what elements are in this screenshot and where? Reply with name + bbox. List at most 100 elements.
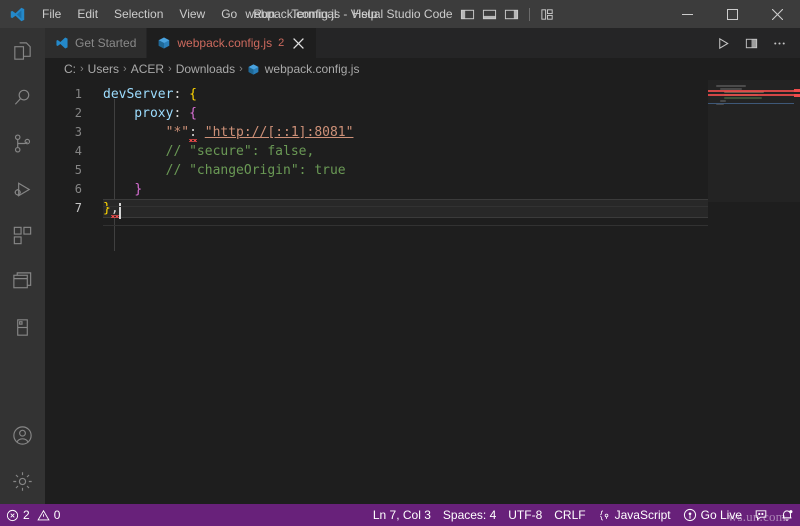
line-number: 3 — [45, 123, 103, 142]
sidebar-item-source-control[interactable] — [0, 120, 45, 166]
window-controls — [665, 0, 800, 28]
title-bar: File Edit Selection View Go Run Terminal… — [0, 0, 800, 28]
code-token: { — [189, 87, 197, 102]
code-token: // "changeOrigin": true — [103, 163, 346, 178]
code-token: devServer — [103, 87, 173, 102]
code-line-3: "*": "http://[::1]:8081" — [103, 123, 708, 142]
code-token — [103, 182, 134, 197]
menu-item-help[interactable]: Help — [345, 0, 386, 28]
code-line-2: proxy: { — [103, 104, 708, 123]
chevron-right-icon: › — [239, 63, 243, 75]
menu-item-terminal[interactable]: Terminal — [283, 0, 344, 28]
encoding-status[interactable]: UTF-8 — [502, 504, 548, 526]
menu-item-file[interactable]: File — [34, 0, 69, 28]
sidebar-item-extensions[interactable] — [0, 212, 45, 258]
minimap[interactable] — [708, 80, 800, 504]
menu-item-go[interactable]: Go — [213, 0, 245, 28]
breadcrumb: C: › Users › ACER › Downloads › — [45, 58, 800, 80]
indentation-status[interactable]: Spaces: 4 — [437, 504, 502, 526]
menu-item-edit[interactable]: Edit — [69, 0, 106, 28]
settings-button[interactable] — [0, 458, 45, 504]
sidebar-item-run-debug[interactable] — [0, 166, 45, 212]
line-number-active: 7 — [45, 199, 103, 218]
editor-tabs: Get Started webpack.config.js 2 — [45, 28, 800, 58]
layout-toggle-group — [460, 7, 555, 22]
minimize-button[interactable] — [665, 0, 710, 28]
status-bar-right: Ln 7, Col 3 Spaces: 4 UTF-8 CRLF JavaScr… — [367, 504, 800, 526]
toggle-panel-icon[interactable] — [482, 7, 497, 22]
code-line-6: } — [103, 180, 708, 199]
code-content[interactable]: devServer: { proxy: { "*": "http://[::1]… — [103, 80, 708, 504]
code-token — [197, 125, 205, 140]
go-live-status[interactable]: Go Live — [677, 504, 748, 526]
go-live-label: Go Live — [701, 508, 742, 522]
customize-layout-icon[interactable] — [540, 7, 555, 22]
warning-triangle-icon — [37, 509, 50, 522]
code-token: : — [189, 125, 197, 142]
code-line-4: // "secure": false, — [103, 142, 708, 161]
vscode-window: File Edit Selection View Go Run Terminal… — [0, 0, 800, 526]
minimap-selection-marker — [708, 103, 794, 104]
tab-label: webpack.config.js — [177, 36, 272, 50]
chevron-right-icon: › — [123, 63, 127, 75]
sidebar-item-testing[interactable] — [0, 304, 45, 350]
tab-problem-count: 2 — [278, 37, 284, 49]
breadcrumb-item-acer[interactable]: ACER — [131, 62, 164, 76]
code-line-5: // "changeOrigin": true — [103, 161, 708, 180]
maximize-button[interactable] — [710, 0, 755, 28]
js-config-icon — [157, 36, 171, 50]
status-bar-left: 2 0 — [0, 504, 66, 526]
minimap-line — [720, 100, 726, 102]
editor-position-status[interactable]: Ln 7, Col 3 — [367, 504, 437, 526]
menu-item-run[interactable]: Run — [245, 0, 283, 28]
toggle-primary-sidebar-icon[interactable] — [460, 7, 475, 22]
tab-get-started[interactable]: Get Started — [45, 28, 147, 58]
toggle-secondary-sidebar-icon[interactable] — [504, 7, 519, 22]
feedback-icon — [754, 508, 768, 522]
language-mode-status[interactable]: JavaScript — [592, 504, 677, 526]
notifications-status[interactable] — [774, 504, 800, 526]
feedback-status[interactable] — [748, 504, 774, 526]
accounts-button[interactable] — [0, 412, 45, 458]
js-config-icon — [247, 63, 260, 76]
warning-count: 0 — [54, 508, 61, 522]
sidebar-item-search[interactable] — [0, 74, 45, 120]
line-number: 2 — [45, 104, 103, 123]
minimap-error-marker — [708, 94, 794, 96]
sidebar-item-remote-explorer[interactable] — [0, 258, 45, 304]
more-actions-ellipsis-icon[interactable] — [766, 29, 792, 57]
split-editor-icon[interactable] — [738, 29, 764, 57]
chevron-right-icon: › — [80, 63, 84, 75]
active-line-bottom-border — [103, 225, 708, 226]
breadcrumb-file-label: webpack.config.js — [265, 62, 360, 76]
tab-webpack-config[interactable]: webpack.config.js 2 — [147, 28, 317, 58]
workbench-body: Get Started webpack.config.js 2 — [0, 28, 800, 504]
sidebar-item-explorer[interactable] — [0, 28, 45, 74]
chevron-right-icon: › — [168, 63, 172, 75]
breadcrumb-item-downloads[interactable]: Downloads — [176, 62, 235, 76]
vscode-logo-icon — [55, 36, 69, 50]
close-icon[interactable] — [290, 35, 306, 51]
code-token: { — [189, 106, 197, 121]
breadcrumb-item-users[interactable]: Users — [88, 62, 119, 76]
overview-error-mark — [794, 94, 800, 97]
code-editor[interactable]: 1 2 3 4 5 6 7 devServer: { proxy: { "*":… — [45, 80, 800, 504]
breadcrumb-item-file[interactable]: webpack.config.js — [247, 62, 360, 76]
close-button[interactable] — [755, 0, 800, 28]
problems-status[interactable]: 2 0 — [0, 504, 66, 526]
braces-icon — [598, 509, 611, 522]
code-token: "http://[::1]:8081" — [205, 125, 354, 140]
menu-item-selection[interactable]: Selection — [106, 0, 171, 28]
eol-status[interactable]: CRLF — [548, 504, 591, 526]
line-number: 4 — [45, 142, 103, 161]
title-divider — [529, 8, 530, 21]
vscode-logo-icon — [0, 0, 34, 28]
code-token: } — [103, 201, 111, 216]
run-code-button[interactable] — [710, 29, 736, 57]
overview-ruler[interactable] — [794, 80, 800, 504]
overview-error-mark — [794, 89, 800, 92]
minimap-line — [716, 85, 746, 87]
menu-item-view[interactable]: View — [171, 0, 213, 28]
active-line-top-border — [103, 206, 708, 207]
breadcrumb-item-drive[interactable]: C: — [64, 62, 76, 76]
